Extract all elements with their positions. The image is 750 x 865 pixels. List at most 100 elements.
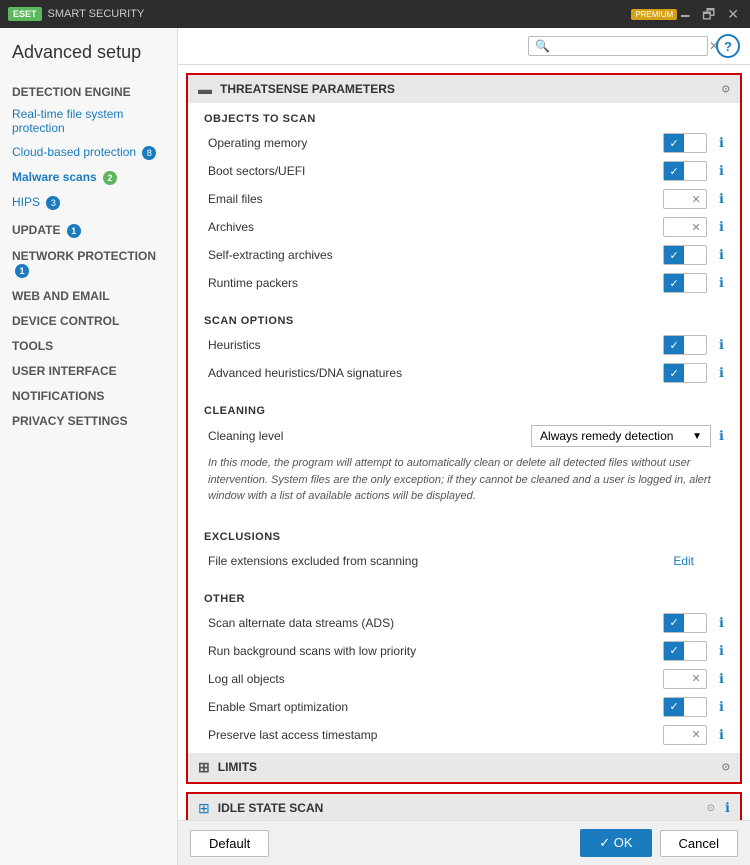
cleaning-title: CLEANING: [188, 395, 740, 421]
cleaning-description: In this mode, the program will attempt t…: [188, 451, 740, 513]
objects-to-scan-title: OBJECTS TO SCAN: [188, 103, 740, 129]
smart-optimization-row: Enable Smart optimization ✓ ℹ: [188, 693, 740, 721]
email-files-row: Email files ✕ ℹ: [188, 185, 740, 213]
archives-toggle[interactable]: ✕: [663, 217, 707, 237]
runtime-packers-toggle[interactable]: ✓: [663, 273, 707, 293]
runtime-packers-row: Runtime packers ✓ ℹ: [188, 269, 740, 297]
dropdown-arrow-icon: ▼: [692, 431, 702, 442]
adv-heuristics-info-icon[interactable]: ℹ: [719, 365, 724, 381]
malware-badge: 2: [103, 171, 117, 185]
threatsense-panel: ▬ THREATSENSE PARAMETERS ⊙ OBJECTS TO SC…: [186, 73, 742, 784]
runtime-packers-info-icon[interactable]: ℹ: [719, 275, 724, 291]
sidebar: Advanced setup DETECTION ENGINE Real-tim…: [0, 28, 178, 865]
sidebar-item-device[interactable]: DEVICE CONTROL: [0, 306, 177, 331]
toggle-check-icon: ✓: [664, 246, 684, 264]
toggle-check-icon: ✓: [664, 162, 684, 180]
sidebar-item-cloud[interactable]: Cloud-based protection 8: [0, 140, 177, 165]
titlebar-title: SMART SECURITY: [48, 8, 628, 20]
last-access-timestamp-toggle[interactable]: ✕: [663, 725, 707, 745]
background-scans-toggle[interactable]: ✓: [663, 641, 707, 661]
adv-heuristics-toggle[interactable]: ✓: [663, 363, 707, 383]
section-collapse-icon[interactable]: ▬: [198, 81, 212, 97]
email-files-info-icon[interactable]: ℹ: [719, 191, 724, 207]
log-all-objects-info-icon[interactable]: ℹ: [719, 671, 724, 687]
sidebar-item-privacy[interactable]: PRIVACY SETTINGS: [0, 406, 177, 431]
heuristics-info-icon[interactable]: ℹ: [719, 337, 724, 353]
exclusions-title: EXCLUSIONS: [188, 521, 740, 547]
sidebar-item-network[interactable]: NETWORK PROTECTION 1: [0, 241, 177, 281]
ads-info-icon[interactable]: ℹ: [719, 615, 724, 631]
toggle-x-icon: [686, 336, 706, 354]
toggle-x-icon: [686, 364, 706, 382]
sidebar-item-realtime[interactable]: Real-time file system protection: [0, 102, 177, 140]
sidebar-item-tools[interactable]: TOOLS: [0, 331, 177, 356]
idle-scan-info-icon[interactable]: ℹ: [725, 800, 730, 816]
heuristics-label: Heuristics: [208, 338, 663, 352]
edit-exclusions-link[interactable]: Edit: [673, 554, 694, 568]
smart-optimization-info-icon[interactable]: ℹ: [719, 699, 724, 715]
cleaning-level-row: Cleaning level Always remedy detection ▼…: [188, 421, 740, 451]
log-all-objects-row: Log all objects ✕ ℹ: [188, 665, 740, 693]
smart-optimization-toggle[interactable]: ✓: [663, 697, 707, 717]
search-input[interactable]: [554, 39, 709, 53]
self-extracting-toggle[interactable]: ✓: [663, 245, 707, 265]
search-box[interactable]: 🔍 ✕: [528, 36, 708, 56]
cleaning-level-dropdown[interactable]: Always remedy detection ▼: [531, 425, 711, 447]
operating-memory-toggle[interactable]: ✓: [663, 133, 707, 153]
minimize-button[interactable]: 🗕: [677, 7, 693, 21]
toggle-x-icon: [686, 642, 706, 660]
idle-scan-title: IDLE STATE SCAN: [218, 801, 707, 815]
archives-info-icon[interactable]: ℹ: [719, 219, 724, 235]
toggle-check-icon: ✓: [664, 642, 684, 660]
other-title: OTHER: [188, 583, 740, 609]
network-badge: 1: [15, 264, 29, 278]
boot-sectors-row: Boot sectors/UEFI ✓ ℹ: [188, 157, 740, 185]
boot-sectors-toggle[interactable]: ✓: [663, 161, 707, 181]
last-access-timestamp-row: Preserve last access timestamp ✕ ℹ: [188, 721, 740, 749]
last-access-timestamp-label: Preserve last access timestamp: [208, 728, 663, 742]
sidebar-item-web[interactable]: WEB AND EMAIL: [0, 281, 177, 306]
email-files-toggle[interactable]: ✕: [663, 189, 707, 209]
ads-toggle[interactable]: ✓: [663, 613, 707, 633]
ads-row: Scan alternate data streams (ADS) ✓ ℹ: [188, 609, 740, 637]
adv-heuristics-label: Advanced heuristics/DNA signatures: [208, 366, 663, 380]
hips-badge: 3: [46, 196, 60, 210]
cloud-badge: 8: [142, 146, 156, 160]
sidebar-item-ui[interactable]: USER INTERFACE: [0, 356, 177, 381]
default-button[interactable]: Default: [190, 830, 269, 857]
maximize-button[interactable]: 🗗: [699, 7, 718, 21]
archives-label: Archives: [208, 220, 663, 234]
sidebar-item-notifications[interactable]: NOTIFICATIONS: [0, 381, 177, 406]
update-badge: 1: [67, 224, 81, 238]
ok-button[interactable]: ✓ OK: [580, 829, 651, 857]
sidebar-item-hips[interactable]: HIPS 3: [0, 190, 177, 215]
sidebar-item-detection-engine[interactable]: DETECTION ENGINE: [0, 77, 177, 102]
help-button[interactable]: ?: [716, 34, 740, 58]
idle-scan-expand-icon[interactable]: ⊞: [198, 800, 210, 817]
log-all-objects-toggle[interactable]: ✕: [663, 669, 707, 689]
idle-scan-header[interactable]: ⊞ IDLE STATE SCAN ⊙ ℹ: [188, 794, 740, 821]
limits-scroll-icon: ⊙: [722, 762, 730, 773]
boot-sectors-label: Boot sectors/UEFI: [208, 164, 663, 178]
cancel-button[interactable]: Cancel: [660, 830, 738, 857]
log-all-objects-label: Log all objects: [208, 672, 663, 686]
last-access-timestamp-info-icon[interactable]: ℹ: [719, 727, 724, 743]
adv-heuristics-row: Advanced heuristics/DNA signatures ✓ ℹ: [188, 359, 740, 387]
boot-sectors-info-icon[interactable]: ℹ: [719, 163, 724, 179]
operating-memory-info-icon[interactable]: ℹ: [719, 135, 724, 151]
toggle-x-icon: [686, 246, 706, 264]
toggle-x-icon: [686, 614, 706, 632]
background-scans-info-icon[interactable]: ℹ: [719, 643, 724, 659]
sidebar-item-update[interactable]: UPDATE 1: [0, 215, 177, 241]
cleaning-info-icon[interactable]: ℹ: [719, 428, 724, 444]
close-button[interactable]: ✕: [724, 7, 742, 21]
heuristics-toggle[interactable]: ✓: [663, 335, 707, 355]
limits-title: LIMITS: [218, 760, 722, 774]
self-extracting-info-icon[interactable]: ℹ: [719, 247, 724, 263]
limits-expand-icon[interactable]: ⊞: [198, 759, 210, 776]
sidebar-item-malware[interactable]: Malware scans 2: [0, 165, 177, 190]
toggle-check-icon: ✓: [664, 336, 684, 354]
threatsense-header: ▬ THREATSENSE PARAMETERS ⊙: [188, 75, 740, 103]
section-scroll-icon: ⊙: [722, 84, 730, 95]
background-scans-row: Run background scans with low priority ✓…: [188, 637, 740, 665]
